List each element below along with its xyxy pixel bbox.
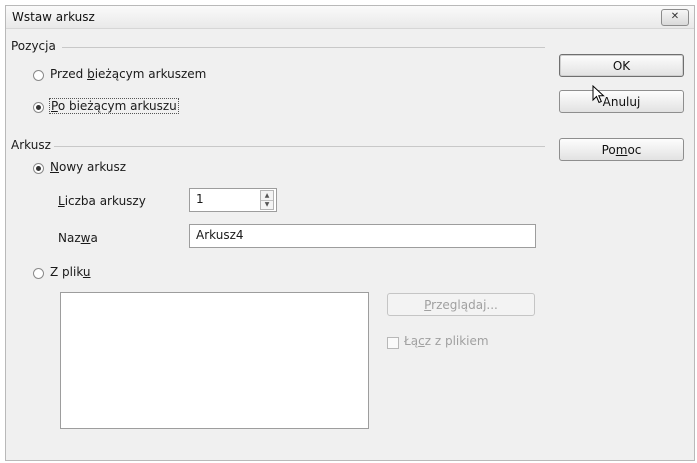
sheet-name-value: Arkusz4 xyxy=(196,228,244,242)
link-to-file-label[interactable]: Łącz z plikiem xyxy=(404,334,489,348)
sheet-count-label: Liczba arkuszy xyxy=(58,194,146,208)
link-to-file-checkbox[interactable] xyxy=(387,337,399,349)
radio-after-current-label[interactable]: Po bieżącym arkuszu xyxy=(49,98,179,114)
insert-sheet-dialog: Wstaw arkusz ✕ Pozycja Przed bieżącym ar… xyxy=(5,5,695,461)
spinner-buttons[interactable]: ▲ ▼ xyxy=(260,190,274,210)
radio-new-sheet[interactable] xyxy=(33,163,44,174)
radio-from-file[interactable] xyxy=(33,268,44,279)
file-sheet-list[interactable] xyxy=(60,292,369,429)
radio-before-current[interactable] xyxy=(33,70,44,81)
radio-after-current[interactable] xyxy=(33,102,44,113)
window-title: Wstaw arkusz xyxy=(12,10,95,24)
position-separator xyxy=(62,47,545,48)
sheet-name-input[interactable]: Arkusz4 xyxy=(189,224,536,248)
sheet-section-label: Arkusz xyxy=(11,138,51,152)
mouse-pointer-icon xyxy=(592,85,605,104)
ok-button[interactable]: OK xyxy=(559,54,684,77)
title-bar: Wstaw arkusz ✕ xyxy=(6,6,694,29)
sheet-count-spinner[interactable]: 1 ▲ ▼ xyxy=(189,188,277,212)
help-button[interactable]: Pomoc xyxy=(559,138,684,161)
sheet-name-label: Nazwa xyxy=(58,231,98,245)
radio-before-current-label[interactable]: Przed bieżącym arkuszem xyxy=(50,67,206,81)
radio-new-sheet-label[interactable]: Nowy arkusz xyxy=(50,160,126,174)
close-button[interactable]: ✕ xyxy=(661,9,689,26)
cancel-button[interactable]: Anuluj xyxy=(559,90,684,113)
browse-button[interactable]: Przeglądaj... xyxy=(387,293,535,316)
spin-down-icon[interactable]: ▼ xyxy=(261,200,273,209)
radio-from-file-label[interactable]: Z pliku xyxy=(50,265,91,279)
close-icon: ✕ xyxy=(670,11,680,22)
sheet-count-value: 1 xyxy=(196,192,204,206)
position-section-label: Pozycja xyxy=(11,39,56,53)
sheet-separator xyxy=(54,146,545,147)
